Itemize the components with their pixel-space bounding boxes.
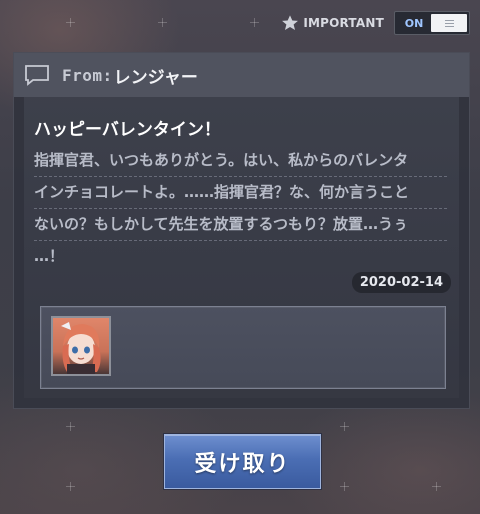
mail-date: 2020-02-14 [351, 272, 451, 293]
message-line: …！ [34, 247, 65, 265]
important-label: IMPORTANT [303, 16, 384, 30]
toggle-knob[interactable] [431, 14, 467, 32]
decor-cross [432, 482, 441, 491]
message-line: ないの？もしかして先生を放置するつもり？放置…うぅ [34, 209, 447, 241]
mail-body: ハッピーバレンタイン！ 指揮官君、いつもありがとう。はい、私からのバレンタ イン… [24, 97, 459, 398]
claim-button[interactable]: 受け取り [164, 434, 321, 489]
decor-cross [66, 18, 75, 27]
mail-message: 指揮官君、いつもありがとう。はい、私からのバレンタ インチョコレートよ。……指揮… [34, 145, 447, 272]
important-toggle[interactable]: ON [394, 11, 470, 35]
important-filter: IMPORTANT ON [281, 11, 470, 35]
decor-cross [340, 482, 349, 491]
decor-cross [250, 18, 259, 27]
grip-icon [444, 19, 454, 27]
sender-name: レンジャー [113, 67, 198, 88]
mail-panel: From: レンジャー ハッピーバレンタイン！ 指揮官君、いつもありがとう。はい… [13, 52, 470, 409]
character-portrait-icon [53, 318, 109, 374]
speech-bubble-icon [25, 65, 49, 86]
attachment-box [40, 306, 446, 389]
message-line: インチョコレートよ。……指揮官君？な、何か言うこと [34, 177, 447, 209]
mail-subject: ハッピーバレンタイン！ [34, 120, 221, 140]
decor-cross [158, 18, 167, 27]
attachment-item-portrait[interactable] [51, 316, 111, 376]
decor-cross [66, 482, 75, 491]
toggle-state-label: ON [404, 16, 424, 30]
star-icon [282, 15, 299, 31]
decor-cross [66, 422, 75, 431]
decor-cross [340, 422, 349, 431]
mail-header: From: レンジャー [14, 53, 469, 97]
from-label: From: [62, 65, 113, 85]
claim-button-label: 受け取り [194, 451, 291, 477]
message-line: 指揮官君、いつもありがとう。はい、私からのバレンタ [34, 145, 447, 177]
